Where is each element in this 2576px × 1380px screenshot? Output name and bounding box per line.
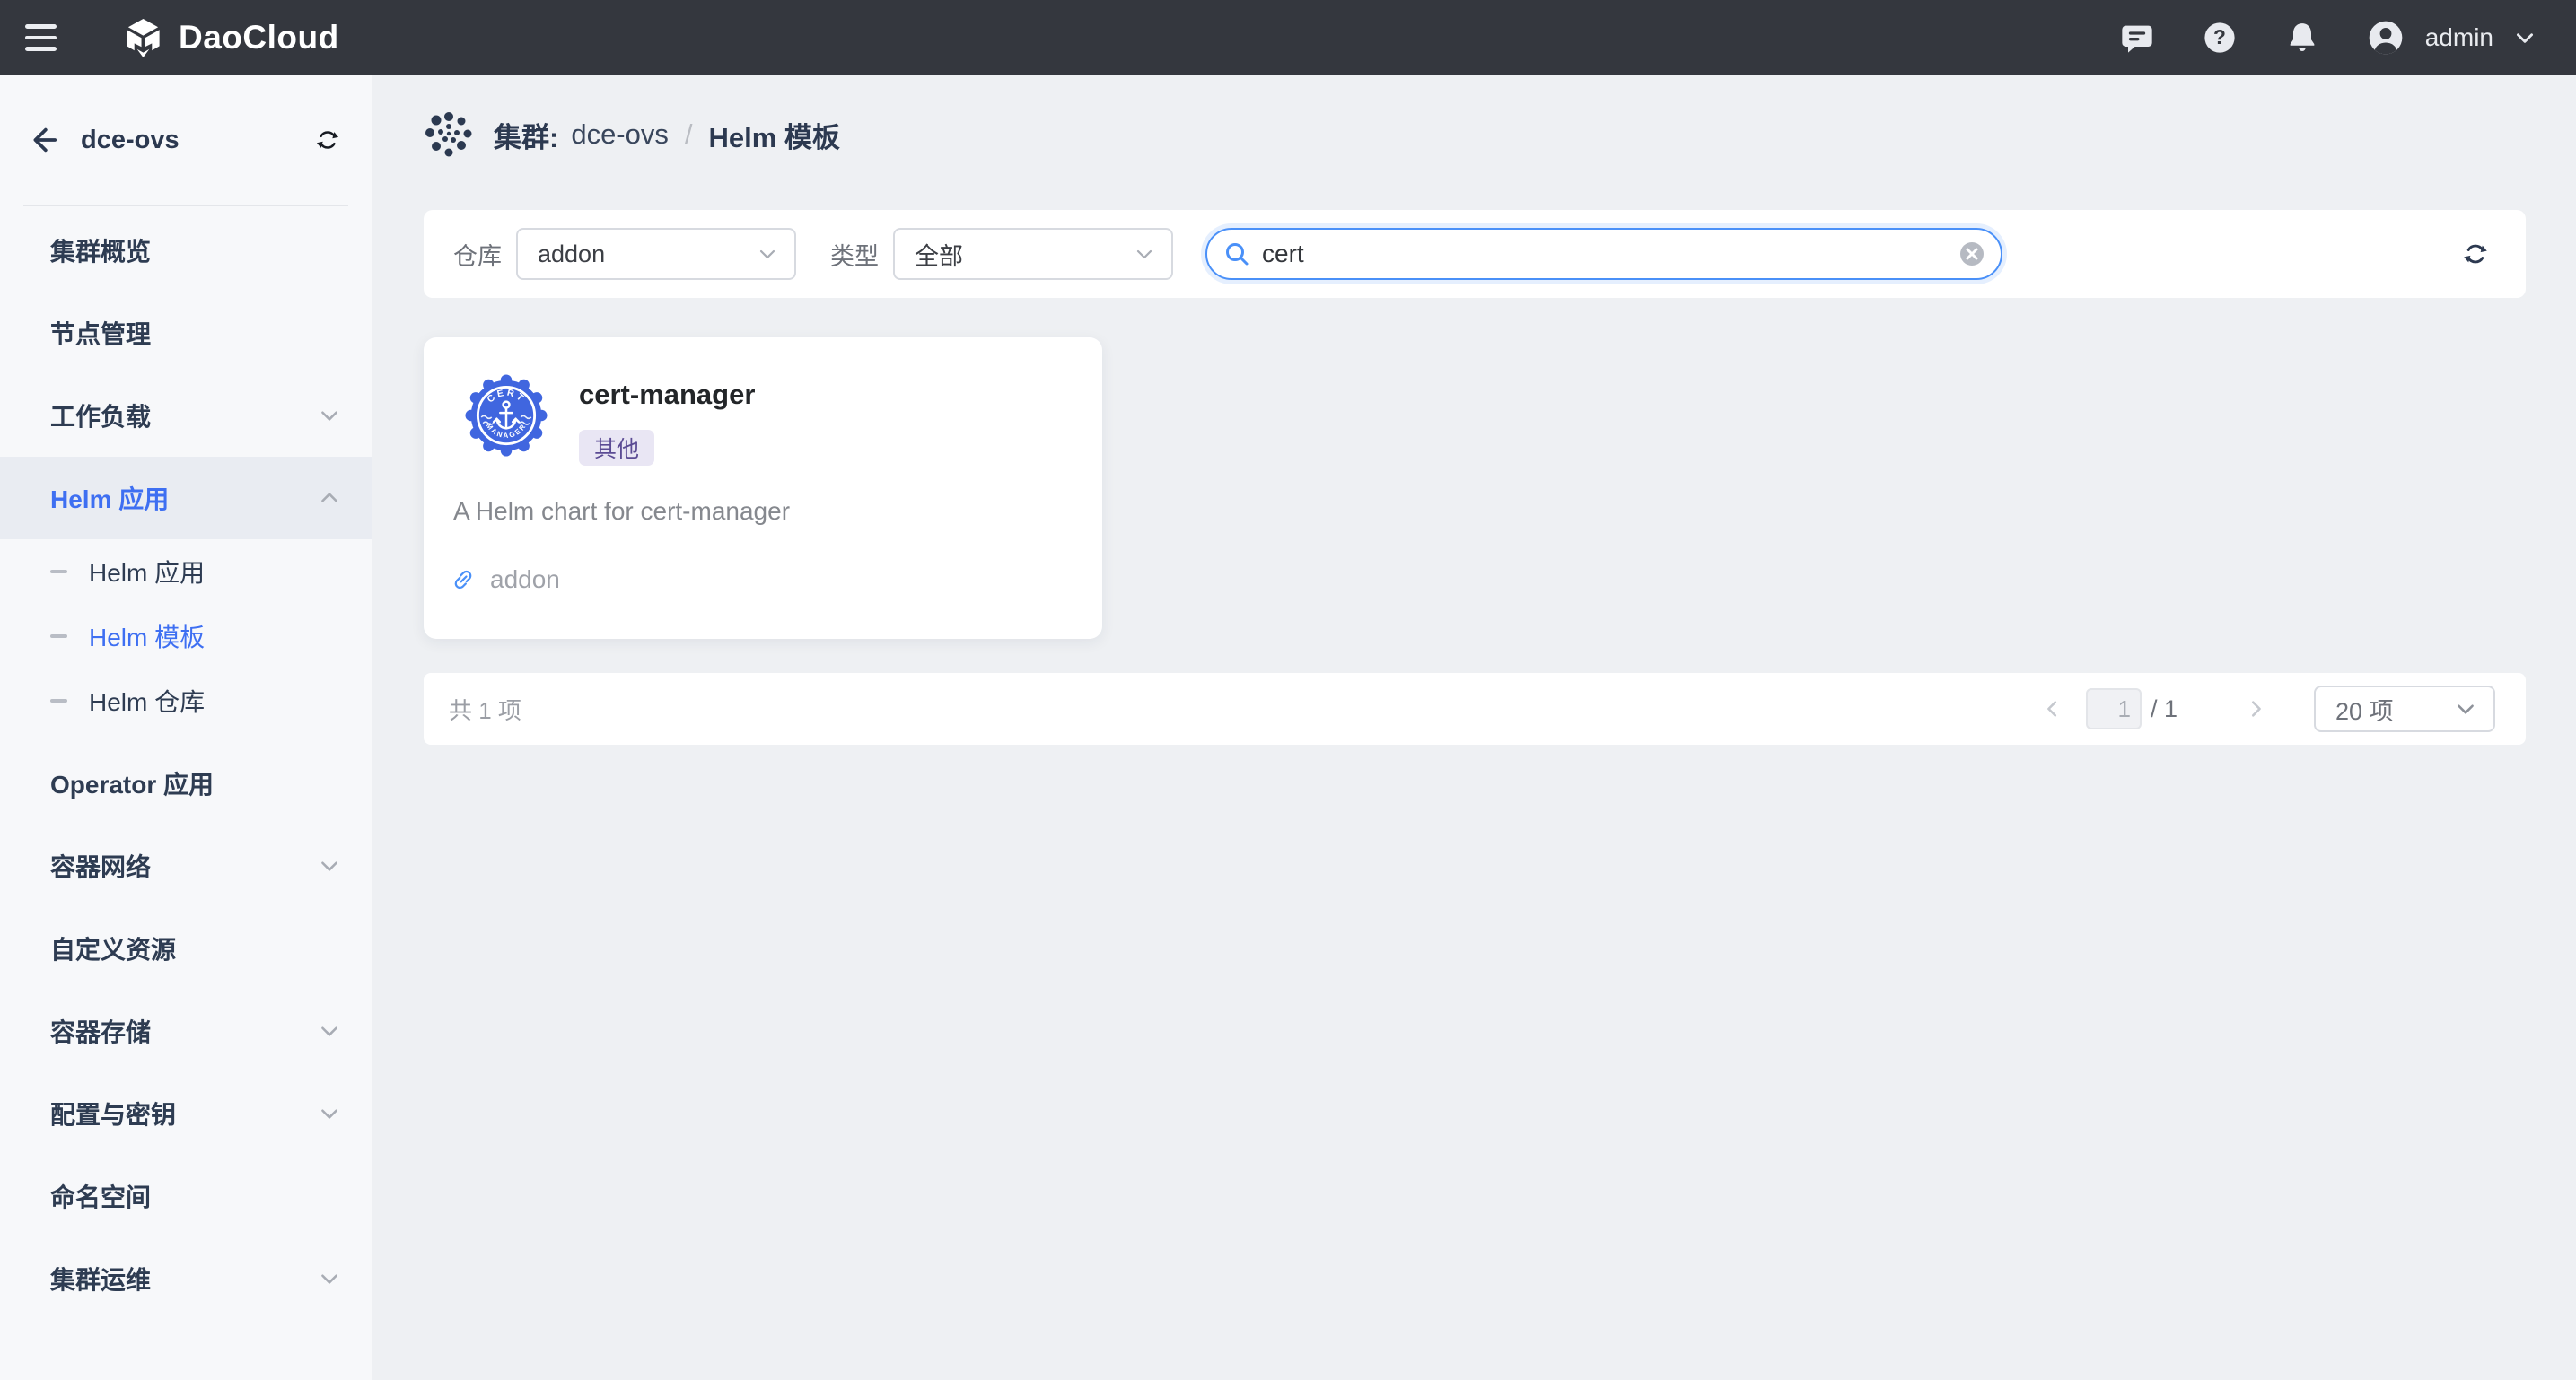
sidebar-subitem-helm-apps[interactable]: Helm 应用 (0, 539, 372, 604)
chevron-down-icon (318, 404, 341, 427)
pagination-bar: 共 1 项 / 1 20 项 (424, 673, 2526, 745)
dash-icon (50, 699, 67, 703)
next-page-icon[interactable] (2242, 695, 2269, 722)
page-number-input[interactable] (2085, 688, 2142, 729)
repo-select[interactable]: addon (516, 228, 796, 280)
brand-logo[interactable]: DaoCloud (122, 17, 339, 59)
sidebar-item-cluster-ops[interactable]: 集群运维 (0, 1237, 372, 1320)
prev-page-icon[interactable] (2039, 695, 2066, 722)
daocloud-cube-icon (122, 17, 164, 59)
chevron-up-icon (318, 486, 341, 510)
sidebar-item-custom-resources[interactable]: 自定义资源 (0, 907, 372, 990)
chevron-down-icon (2454, 697, 2477, 721)
search-input[interactable] (1262, 240, 1958, 268)
svg-text:?: ? (2213, 25, 2226, 48)
chart-repo-name: addon (490, 565, 560, 593)
chevron-down-icon (318, 854, 341, 878)
main-content: 集群: dce-ovs / Helm 模板 仓库 addon 类型 全部 cer… (372, 75, 2576, 1380)
avatar (2366, 18, 2405, 57)
sidebar-item-workloads[interactable]: 工作负载 (0, 374, 372, 457)
filter-bar: 仓库 addon 类型 全部 (424, 210, 2526, 298)
chevron-down-icon (2513, 26, 2537, 49)
breadcrumb-cluster[interactable]: dce-ovs (571, 118, 669, 151)
sidebar-item-node-management[interactable]: 节点管理 (0, 292, 372, 374)
chevron-down-icon (318, 1267, 341, 1290)
sidebar-item-config-secrets[interactable]: 配置与密钥 (0, 1072, 372, 1155)
sidebar-subitem-helm-templates[interactable]: Helm 模板 (0, 604, 372, 668)
search-box (1205, 228, 2002, 280)
sidebar-item-operator-apps[interactable]: Operator 应用 (0, 742, 372, 825)
search-icon (1222, 240, 1251, 268)
cluster-name: dce-ovs (81, 125, 180, 154)
chart-title: cert-manager (579, 379, 756, 410)
chevron-down-icon (318, 1102, 341, 1125)
dash-icon (50, 570, 67, 573)
clear-search-icon[interactable] (1958, 240, 1986, 268)
chevron-down-icon (757, 243, 778, 265)
breadcrumb-separator: / (684, 118, 693, 150)
brand-name: DaoCloud (179, 19, 339, 56)
top-bar: DaoCloud ? admin (0, 0, 2576, 75)
sidebar-item-helm-apps[interactable]: Helm 应用 (0, 457, 372, 539)
sidebar-item-container-storage[interactable]: 容器存储 (0, 990, 372, 1072)
user-name: admin (2424, 23, 2493, 51)
breadcrumb: 集群: dce-ovs / Helm 模板 (424, 109, 2526, 160)
cluster-dots-icon (424, 109, 474, 160)
cert-manager-logo: CERT MANAGER (465, 374, 548, 457)
switch-cluster-icon[interactable] (312, 125, 343, 155)
chart-category-badge: 其他 (579, 430, 655, 466)
type-select[interactable]: 全部 (893, 228, 1173, 280)
repo-select-value: addon (538, 240, 606, 267)
page-size-value: 20 项 (2335, 697, 2394, 725)
user-menu[interactable]: admin (2366, 18, 2537, 57)
refresh-icon[interactable] (2459, 238, 2492, 270)
chevron-down-icon (318, 1019, 341, 1043)
sidebar-subitem-helm-repos[interactable]: Helm 仓库 (0, 668, 372, 733)
breadcrumb-prefix: 集群: (494, 121, 559, 153)
messages-icon[interactable] (2118, 19, 2156, 57)
type-select-value: 全部 (915, 242, 963, 270)
repo-filter-label: 仓库 (453, 242, 502, 270)
notifications-bell-icon[interactable] (2283, 19, 2321, 57)
helm-submenu: Helm 应用 Helm 模板 Helm 仓库 (0, 539, 372, 733)
help-icon[interactable]: ? (2201, 19, 2239, 57)
link-icon (451, 567, 476, 592)
sidebar: dce-ovs 集群概览 节点管理 工作负载 Helm 应用 Helm 应用 H… (0, 75, 372, 1380)
total-count: 共 1 项 (449, 696, 521, 724)
breadcrumb-current: Helm 模板 (708, 121, 840, 153)
sidebar-item-container-network[interactable]: 容器网络 (0, 825, 372, 907)
sidebar-item-cluster-overview[interactable]: 集群概览 (0, 209, 372, 292)
chart-description: A Helm chart for cert-manager (453, 497, 791, 525)
sidebar-item-namespaces[interactable]: 命名空间 (0, 1155, 372, 1237)
page-size-select[interactable]: 20 项 (2314, 686, 2495, 732)
dash-icon (50, 634, 67, 638)
sidebar-nav: 集群概览 节点管理 工作负载 Helm 应用 Helm 应用 Helm 模板 H… (0, 206, 372, 1320)
helm-chart-card[interactable]: CERT MANAGER cert-manager 其他 A Helm char… (424, 337, 1102, 639)
back-arrow-icon[interactable] (27, 125, 57, 155)
type-filter-label: 类型 (830, 242, 879, 270)
chevron-down-icon (1134, 243, 1155, 265)
page-count: / 1 (2150, 694, 2177, 722)
menu-toggle-icon[interactable] (25, 17, 66, 58)
